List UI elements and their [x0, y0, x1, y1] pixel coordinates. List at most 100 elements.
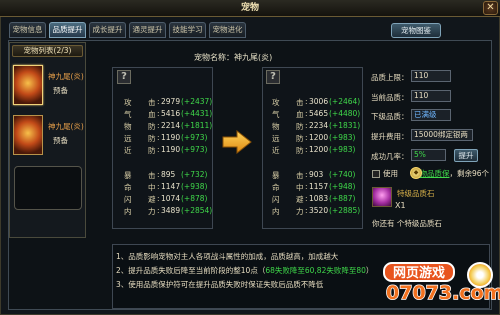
info-num: 2、 — [116, 266, 129, 275]
info-tail: ） — [365, 266, 374, 275]
stat-value: 1074 — [161, 194, 181, 203]
stat-sublabel: 击 — [148, 171, 156, 180]
stat-sublabel: 防 — [296, 146, 304, 155]
tab-skill-learning[interactable]: 技能学习 — [169, 22, 206, 38]
quality-stone-name: 特级品质石 — [397, 189, 435, 198]
quality-current-label: 当前品质： — [371, 93, 409, 102]
quality-next-value: 已满级 — [411, 109, 451, 121]
info-text: 品质影响宠物对主人各项战斗属性的加成，品质越高，加成越大 — [128, 252, 339, 261]
stat-sublabel: 血 — [148, 110, 156, 119]
info-text: 使用品质保护符可在提升品质失败时保证失败后品质不降低 — [128, 280, 324, 289]
stat-value: 2979 — [161, 97, 181, 106]
info-text: 提升品质失败后降至当前阶段的整10点（ — [128, 266, 266, 275]
stat-sublabel: 避 — [296, 195, 304, 204]
stat-label: 气 — [124, 110, 132, 119]
stat-sublabel: 防 — [148, 146, 156, 155]
stat-value: 895 — [161, 170, 176, 179]
stat-row: 近防:1200 (+983) — [272, 145, 356, 155]
stat-row: 攻击:2979 (+2437) — [124, 97, 213, 107]
upgrade-cost-value: 15000绑定银两 — [411, 129, 473, 141]
tab-quality-upgrade[interactable]: 品质提升 — [49, 22, 86, 38]
info-line: 1、品质影响宠物对主人各项战斗属性的加成，品质越高，加成越大 — [116, 251, 338, 262]
stat-bonus: (+1811) — [181, 121, 213, 130]
question-icon: ? — [266, 70, 280, 84]
stat-bonus: (+4480) — [329, 109, 361, 118]
stat-sublabel: 防 — [296, 134, 304, 143]
stat-value: 1157 — [309, 182, 329, 191]
stat-label: 物 — [272, 122, 280, 131]
upgrade-button[interactable]: 提升 — [454, 149, 478, 162]
stat-value: 1083 — [309, 194, 329, 203]
stat-sublabel: 力 — [296, 207, 304, 216]
stat-label: 内 — [272, 207, 280, 216]
stat-value: 1200 — [309, 133, 329, 142]
stat-label: 内 — [124, 207, 132, 216]
protect-use-label: 使用 — [383, 169, 398, 178]
watermark-logo: 网页游戏 07073.com — [381, 262, 500, 310]
stat-label: 气 — [272, 110, 280, 119]
stat-value: 1147 — [161, 182, 181, 191]
stat-bonus: (+948) — [329, 182, 356, 191]
stat-sublabel: 血 — [296, 110, 304, 119]
stat-row: 暴击:903 (+740) — [272, 170, 356, 180]
stat-sublabel: 力 — [148, 207, 156, 216]
protect-charm-icon: ◆ — [410, 167, 422, 179]
pet-list-name: 神九尾(炎) — [48, 72, 84, 81]
stat-value: 5416 — [161, 109, 181, 118]
stat-label: 暴 — [272, 171, 280, 180]
stat-value: 1200 — [309, 145, 329, 154]
stat-bonus: (+2854) — [181, 206, 213, 215]
empty-pet-slot[interactable] — [14, 166, 82, 210]
stat-row: 攻击:3006 (+2464) — [272, 97, 361, 107]
pet-name-label: 宠物名称：神九尾(炎) — [194, 53, 273, 62]
stat-label: 闪 — [272, 195, 280, 204]
info-line: 3、使用品质保护符可在提升品质失败时保证失败后品质不降低 — [116, 279, 323, 290]
tab-growth-upgrade[interactable]: 成长提升 — [89, 22, 126, 38]
stat-sublabel: 中 — [148, 183, 156, 192]
close-icon[interactable]: ✕ — [483, 1, 498, 15]
pet-list-status: 预备 — [53, 136, 68, 145]
info-num: 1、 — [116, 252, 129, 261]
quality-current-value: 110 — [411, 90, 451, 102]
stat-sublabel: 击 — [296, 98, 304, 107]
stat-sublabel: 防 — [148, 122, 156, 131]
stat-row: 闪避:1083 (+887) — [272, 194, 356, 204]
stat-label: 远 — [272, 134, 280, 143]
info-num: 3、 — [116, 280, 129, 289]
stat-bonus: (+2437) — [181, 97, 213, 106]
pet-album-button[interactable]: 宠物图鉴 — [391, 23, 441, 38]
pet-list-item[interactable]: 神九尾(炎) 预备 — [11, 113, 84, 159]
pet-list-name: 神九尾(炎) — [48, 122, 84, 131]
stat-value: 5465 — [309, 109, 329, 118]
tab-spirit-upgrade[interactable]: 通灵提升 — [129, 22, 166, 38]
stat-bonus: (+2464) — [329, 97, 361, 106]
stat-value: 2214 — [161, 121, 181, 130]
stat-value: 3520 — [309, 206, 329, 215]
pet-list-status: 预备 — [53, 86, 68, 95]
stat-bonus: (+1831) — [329, 121, 361, 130]
protect-charm-checkbox[interactable] — [372, 170, 380, 178]
protect-charm-text: 使用 宠物品质保，剩余96个 — [383, 168, 489, 179]
stat-value: 3489 — [161, 206, 181, 215]
pet-list-item[interactable]: 神九尾(炎) 预备 — [11, 63, 84, 109]
stat-row: 气血:5465 (+4480) — [272, 109, 361, 119]
tab-pet-info[interactable]: 宠物信息 — [9, 22, 46, 38]
stat-row: 物防:2234 (+1831) — [272, 121, 361, 131]
window-title: 宠物 — [0, 0, 500, 17]
stat-row: 近防:1190 (+973) — [124, 145, 208, 155]
tab-pet-evolution[interactable]: 宠物进化 — [209, 22, 246, 38]
stat-label: 命 — [124, 183, 132, 192]
stat-sublabel: 防 — [296, 122, 304, 131]
stat-sublabel: 防 — [148, 134, 156, 143]
stat-bonus: (+973) — [181, 133, 208, 142]
stat-label: 攻 — [124, 98, 132, 107]
watermark-bottom: 07073.com — [385, 281, 500, 305]
info-line: 2、提升品质失败后降至当前阶段的整10点（68失败降至60,82失败降至80） — [116, 265, 373, 276]
upgrade-cost-label: 提升费用： — [371, 132, 409, 141]
watermark-top: 网页游戏 — [383, 262, 456, 282]
stat-sublabel: 击 — [296, 171, 304, 180]
quality-next-label: 下级品质： — [371, 112, 409, 121]
quality-stone-icon — [372, 187, 392, 207]
protect-remaining: ，剩余96个 — [449, 169, 490, 178]
stat-row: 暴击:895 (+732) — [124, 170, 208, 180]
